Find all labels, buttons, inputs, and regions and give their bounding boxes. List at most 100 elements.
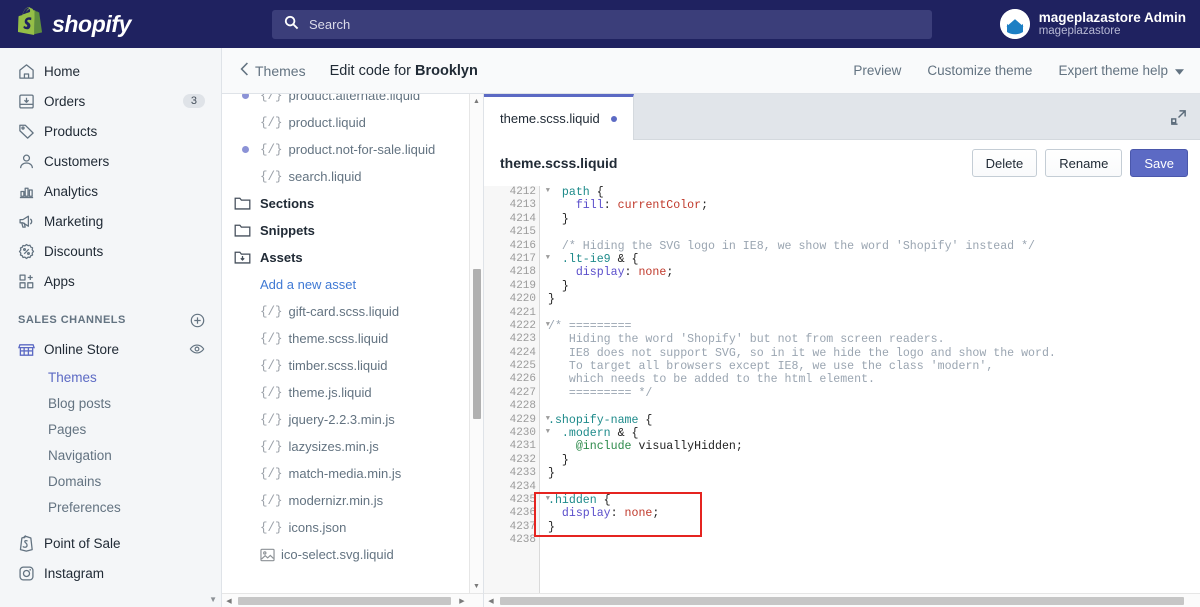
expand-fullscreen-icon[interactable] xyxy=(1166,105,1190,129)
customize-theme-button[interactable]: Customize theme xyxy=(927,63,1032,78)
sidebar-subitem-themes[interactable]: Themes xyxy=(0,364,221,390)
sidebar-item-online-store[interactable]: Online Store xyxy=(0,334,221,364)
editor-horizontal-scrollbar[interactable]: ◀ xyxy=(484,593,1200,607)
editor-tab-theme-scss[interactable]: theme.scss.liquid xyxy=(484,94,634,140)
sidebar-item-label: Online Store xyxy=(44,341,120,357)
file-tree-folder[interactable]: Snippets xyxy=(222,217,469,244)
rename-button[interactable]: Rename xyxy=(1045,149,1123,177)
unsaved-changes-dot xyxy=(610,115,617,122)
file-tree-item[interactable]: {/} timber.scss.liquid xyxy=(222,352,469,379)
sidebar-item-products[interactable]: Products xyxy=(0,116,221,146)
line-number: 4214 xyxy=(509,212,536,225)
sidebar-item-orders[interactable]: Orders 3 xyxy=(0,86,221,116)
file-tree-label: Assets xyxy=(260,250,303,265)
tag-icon xyxy=(18,123,44,140)
code-line: ========= */ xyxy=(548,386,653,400)
sidebar-item-label: Apps xyxy=(44,273,75,289)
scrollbar-thumb[interactable] xyxy=(473,269,481,419)
file-tree-item[interactable]: {/} modernizr.min.js xyxy=(222,487,469,514)
scroll-up-icon[interactable]: ▲ xyxy=(470,94,483,108)
code-line: which needs to be added to the html elem… xyxy=(548,373,875,387)
sidebar-item-apps[interactable]: Apps xyxy=(0,266,221,296)
expert-theme-help-menu[interactable]: Expert theme help xyxy=(1058,63,1184,78)
sidebar-item-analytics[interactable]: Analytics xyxy=(0,176,221,206)
code-line: } xyxy=(548,520,555,534)
caret-down-icon xyxy=(1175,63,1184,78)
file-tree-item[interactable]: {/} theme.js.liquid xyxy=(222,379,469,406)
sidebar-item-discounts[interactable]: Discounts xyxy=(0,236,221,266)
sidebar-subitem-preferences[interactable]: Preferences xyxy=(0,494,221,520)
sidebar-subitem-navigation[interactable]: Navigation xyxy=(0,442,221,468)
code-file-icon: {/} xyxy=(260,358,283,373)
person-icon xyxy=(18,153,44,170)
save-button[interactable]: Save xyxy=(1130,149,1188,177)
file-tree-item[interactable]: {/} match-media.min.js xyxy=(222,460,469,487)
shopify-logo[interactable]: shopify xyxy=(18,7,258,41)
code-line: display: none; xyxy=(575,266,674,280)
file-tree-item[interactable]: {/} jquery-2.2.3.min.js xyxy=(222,406,469,433)
file-tree-label: product.not-for-sale.liquid xyxy=(288,142,436,157)
file-tree-item[interactable]: ico-select.svg.liquid xyxy=(222,541,469,568)
file-tree-label: product.alternate.liquid xyxy=(288,94,421,103)
file-tree-item[interactable]: {/} search.liquid xyxy=(222,163,469,190)
editor-tab-strip: theme.scss.liquid xyxy=(484,94,1200,140)
scrollbar-thumb[interactable] xyxy=(238,597,451,605)
line-number: 4236 xyxy=(509,507,536,520)
sidebar-item-marketing[interactable]: Marketing xyxy=(0,206,221,236)
search-input[interactable]: Search xyxy=(272,10,932,39)
back-to-themes-link[interactable]: Themes xyxy=(240,62,306,79)
file-tree-item[interactable]: {/} lazysizes.min.js xyxy=(222,433,469,460)
code-area[interactable]: 4212 ▼ 4213 4214 4215 4216 4217 ▼ 4218 4219 4220 42… xyxy=(484,186,1200,593)
line-number: 4221 xyxy=(509,306,536,319)
sidebar-subitem-pages[interactable]: Pages xyxy=(0,416,221,442)
add-new-asset-link[interactable]: Add a new asset xyxy=(222,271,469,298)
file-tree-label: Sections xyxy=(260,196,315,211)
account-store: mageplazastore xyxy=(1038,25,1121,38)
line-number: 4228 xyxy=(509,400,536,413)
file-tree-item[interactable]: {/} theme.scss.liquid xyxy=(222,325,469,352)
file-tree-item[interactable]: {/} gift-card.scss.liquid xyxy=(222,298,469,325)
line-number: 4220 xyxy=(509,293,536,306)
sidebar-item-label: Point of Sale xyxy=(44,535,121,551)
content-area: Themes Edit code for Brooklyn Preview Cu… xyxy=(222,48,1200,607)
file-tree-item[interactable]: {/} product.not-for-sale.liquid xyxy=(222,136,469,163)
sidebar-subitem-blog-posts[interactable]: Blog posts xyxy=(0,390,221,416)
eye-icon[interactable] xyxy=(189,341,205,357)
code-file-icon: {/} xyxy=(260,331,283,346)
scrollbar-thumb[interactable] xyxy=(500,597,1184,605)
file-tree-horizontal-scrollbar[interactable]: ◀ ▶ xyxy=(222,593,483,607)
file-tree-vertical-scrollbar[interactable]: ▲ ▼ xyxy=(469,94,483,593)
account-menu[interactable]: mageplazastore Admin mageplazastore xyxy=(994,7,1192,41)
file-tree-folder[interactable]: Sections xyxy=(222,190,469,217)
line-number: 4235 ▼ xyxy=(509,493,550,506)
file-tree-label: theme.js.liquid xyxy=(288,385,372,400)
sidebar-item-home[interactable]: Home xyxy=(0,56,221,86)
line-number: 4230 ▼ xyxy=(509,427,550,440)
file-tree-folder[interactable]: Assets xyxy=(222,244,469,271)
sidebar-subitem-domains[interactable]: Domains xyxy=(0,468,221,494)
account-name: mageplazastore Admin xyxy=(1038,9,1186,25)
main-sidebar: Home Orders 3 Products Customers Analytics Mar… xyxy=(0,48,222,607)
sidebar-item-customers[interactable]: Customers xyxy=(0,146,221,176)
delete-button[interactable]: Delete xyxy=(971,149,1038,177)
file-tree-label: match-media.min.js xyxy=(288,466,402,481)
sidebar-item-point-of-sale[interactable]: Point of Sale xyxy=(0,528,221,558)
scroll-left-icon[interactable]: ◀ xyxy=(484,594,498,607)
file-tree-item[interactable]: {/} product.liquid xyxy=(222,109,469,136)
line-number: 4226 xyxy=(509,373,536,386)
plus-circle-icon[interactable] xyxy=(190,313,205,328)
scroll-down-icon[interactable]: ▼ xyxy=(470,579,483,593)
sales-channels-heading: SALES CHANNELS xyxy=(0,306,221,334)
code-lines[interactable]: path { fill: currentColor; } /* Hiding t… xyxy=(540,186,1200,593)
file-tree-label: search.liquid xyxy=(288,169,362,184)
preview-button[interactable]: Preview xyxy=(853,63,901,78)
scroll-left-icon[interactable]: ◀ xyxy=(222,594,236,607)
sidebar-scroll-down-icon[interactable]: ▼ xyxy=(209,595,217,604)
sidebar-item-instagram[interactable]: Instagram xyxy=(0,558,221,588)
line-number: 4216 xyxy=(509,239,536,252)
file-tree-item[interactable]: {/} icons.json xyxy=(222,514,469,541)
scroll-right-icon[interactable]: ▶ xyxy=(455,594,469,607)
editor-file-name: theme.scss.liquid xyxy=(500,155,618,171)
file-tree-item[interactable]: {/} product.alternate.liquid xyxy=(222,94,469,109)
